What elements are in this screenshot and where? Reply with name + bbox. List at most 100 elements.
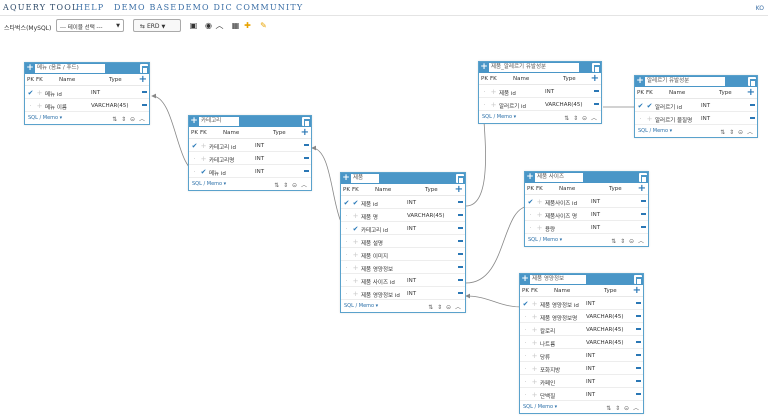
- erd-table[interactable]: + 카테고리 PK FK Name Type + ✔ + 카테고리 id INT · + 카테고리명 INT…: [188, 115, 312, 191]
- column-type[interactable]: INT: [407, 278, 416, 284]
- column-type[interactable]: INT: [591, 199, 600, 205]
- table-tools-icon[interactable]: ⇅ ⇕ ⊝ ︿: [274, 180, 308, 189]
- pk-toggle[interactable]: ✔: [527, 198, 534, 206]
- remove-column-icon[interactable]: [458, 253, 463, 255]
- add-column-icon[interactable]: +: [455, 184, 463, 196]
- table-row[interactable]: · + 당류 INT: [520, 349, 643, 362]
- fk-toggle[interactable]: +: [352, 238, 359, 246]
- column-type[interactable]: INT: [255, 156, 264, 162]
- fk-toggle[interactable]: +: [352, 251, 359, 259]
- erd-table[interactable]: + 메뉴 (음료 / 푸드) PK FK Name Type + ✔ + 메뉴 id INT · + 메뉴…: [24, 62, 150, 125]
- fk-toggle[interactable]: +: [646, 115, 653, 123]
- column-name[interactable]: 포화지방: [540, 366, 560, 374]
- column-type[interactable]: VARCHAR(45): [545, 102, 583, 108]
- remove-column-icon[interactable]: [750, 104, 755, 106]
- pk-toggle[interactable]: ·: [343, 290, 350, 298]
- column-name[interactable]: 카테고리 id: [209, 143, 236, 151]
- table-row[interactable]: · + 카테고리명 INT: [189, 152, 311, 165]
- sql-memo-dropdown[interactable]: SQL / Memo ▾: [482, 114, 516, 120]
- pk-toggle[interactable]: ·: [522, 352, 529, 360]
- fk-toggle[interactable]: ✔: [200, 168, 207, 176]
- table-header[interactable]: + 제품 영양정보: [520, 274, 643, 285]
- table-row[interactable]: ✔ + 카테고리 id INT: [189, 139, 311, 152]
- column-name[interactable]: 알러르기 물질명: [655, 116, 692, 124]
- column-type[interactable]: INT: [591, 225, 600, 231]
- sql-memo-dropdown[interactable]: SQL / Memo ▾: [28, 115, 62, 121]
- fk-toggle[interactable]: +: [536, 211, 543, 219]
- pk-toggle[interactable]: ·: [527, 224, 534, 232]
- pk-toggle[interactable]: ✔: [343, 199, 350, 207]
- remove-column-icon[interactable]: [458, 214, 463, 216]
- pk-toggle[interactable]: ·: [527, 211, 534, 219]
- column-name[interactable]: 메뉴 id: [45, 90, 62, 98]
- pk-toggle[interactable]: ✔: [191, 142, 198, 150]
- column-name[interactable]: 제품 영양정보: [361, 265, 393, 273]
- fk-toggle[interactable]: +: [200, 155, 207, 163]
- add-column-icon[interactable]: +: [747, 87, 755, 99]
- column-name[interactable]: 메뉴 id: [209, 169, 226, 177]
- remove-column-icon[interactable]: [304, 157, 309, 159]
- pk-toggle[interactable]: ✔: [522, 300, 529, 308]
- table-tools-icon[interactable]: ⇅ ⇕ ⊝ ︿: [428, 302, 462, 311]
- fk-toggle[interactable]: +: [36, 89, 43, 97]
- column-type[interactable]: INT: [586, 366, 595, 372]
- fk-toggle[interactable]: +: [531, 326, 538, 334]
- column-type[interactable]: VARCHAR(45): [586, 314, 624, 320]
- trash-icon[interactable]: [456, 174, 464, 184]
- add-column-icon[interactable]: +: [591, 73, 599, 85]
- sql-memo-dropdown[interactable]: SQL / Memo ▾: [528, 237, 562, 243]
- add-icon[interactable]: +: [636, 76, 644, 87]
- pk-toggle[interactable]: ✔: [27, 89, 34, 97]
- remove-column-icon[interactable]: [636, 367, 641, 369]
- fk-toggle[interactable]: +: [536, 198, 543, 206]
- fk-toggle[interactable]: +: [536, 224, 543, 232]
- column-type[interactable]: INT: [91, 90, 100, 96]
- table-tools-icon[interactable]: ⇅ ⇕ ⊝ ︿: [611, 236, 645, 245]
- column-name[interactable]: 메뉴 이름: [45, 103, 67, 111]
- table-row[interactable]: · + 단백질 INT: [520, 388, 643, 401]
- trash-icon[interactable]: [748, 77, 756, 87]
- table-row[interactable]: · + 제품 id INT: [479, 85, 601, 98]
- sql-memo-dropdown[interactable]: SQL / Memo ▾: [523, 404, 557, 410]
- table-row[interactable]: · + 제품 설명: [341, 235, 465, 248]
- column-type[interactable]: INT: [255, 169, 264, 175]
- trash-icon[interactable]: [634, 275, 642, 285]
- erd-table[interactable]: + 제품_알레르기 유발성분 PK FK Name Type + · + 제품 id INT · + 알러…: [478, 61, 602, 124]
- pk-toggle[interactable]: ·: [522, 391, 529, 399]
- column-name[interactable]: 제품 사이즈 id: [361, 278, 395, 286]
- column-type[interactable]: VARCHAR(45): [407, 213, 445, 219]
- column-type[interactable]: INT: [407, 226, 416, 232]
- table-header[interactable]: + 제품_알레르기 유발성분: [479, 62, 601, 73]
- table-row[interactable]: · + 포화지방 INT: [520, 362, 643, 375]
- column-type[interactable]: INT: [586, 379, 595, 385]
- column-type[interactable]: INT: [255, 143, 264, 149]
- pk-toggle[interactable]: ·: [522, 378, 529, 386]
- trash-icon[interactable]: [140, 64, 148, 74]
- column-name[interactable]: 제품 영양정보 id: [361, 291, 400, 299]
- erd-table[interactable]: + 제품 PK FK Name Type + ✔ ✔ 제품 id INT · + 제품 명 VARCHAR(…: [340, 172, 466, 313]
- column-name[interactable]: 단백질: [540, 392, 555, 400]
- add-column-icon[interactable]: +: [638, 183, 646, 195]
- column-type[interactable]: INT: [586, 301, 595, 307]
- add-icon[interactable]: +: [526, 172, 534, 183]
- pk-toggle[interactable]: ·: [522, 365, 529, 373]
- remove-column-icon[interactable]: [636, 328, 641, 330]
- pk-toggle[interactable]: ·: [522, 339, 529, 347]
- column-name[interactable]: 당류: [540, 353, 550, 361]
- pk-toggle[interactable]: ·: [27, 102, 34, 110]
- column-name[interactable]: 알러르기 id: [499, 102, 526, 110]
- pk-toggle[interactable]: ·: [481, 101, 488, 109]
- remove-column-icon[interactable]: [304, 144, 309, 146]
- fk-toggle[interactable]: ✔: [646, 102, 653, 110]
- pk-toggle[interactable]: ·: [343, 212, 350, 220]
- remove-column-icon[interactable]: [142, 91, 147, 93]
- table-header[interactable]: + 제품 사이즈: [525, 172, 648, 183]
- column-type[interactable]: INT: [407, 200, 416, 206]
- add-column-icon[interactable]: +: [301, 127, 309, 139]
- add-column-icon[interactable]: +: [633, 285, 641, 297]
- table-row[interactable]: · + 제품 영양정보명 VARCHAR(45): [520, 310, 643, 323]
- remove-column-icon[interactable]: [636, 354, 641, 356]
- column-type[interactable]: VARCHAR(45): [586, 340, 624, 346]
- fk-toggle[interactable]: +: [352, 277, 359, 285]
- column-type[interactable]: INT: [701, 103, 710, 109]
